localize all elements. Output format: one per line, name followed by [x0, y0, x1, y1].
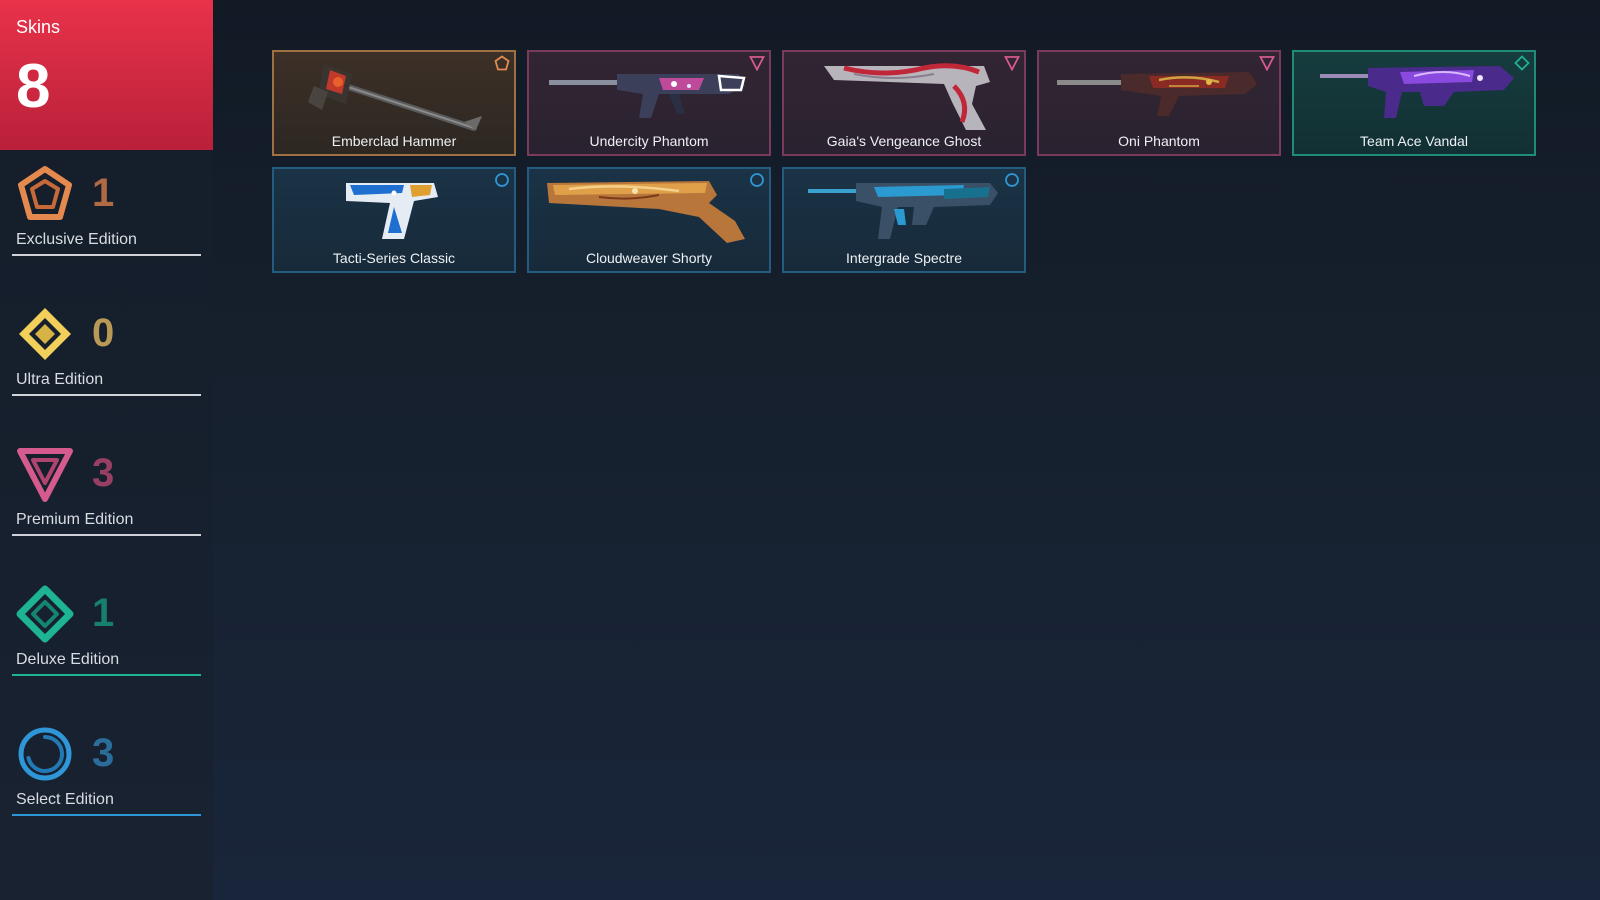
tier-divider — [12, 814, 201, 816]
tier-divider — [12, 674, 201, 676]
tier-divider — [12, 394, 201, 396]
skins-label: Skins — [16, 17, 61, 37]
ghost-skin-image — [824, 63, 990, 130]
skin-name: Tacti-Series Classic — [332, 250, 456, 266]
phantom-skin-image — [549, 74, 746, 118]
tier-filter-deluxe[interactable]: 1 Deluxe Edition — [0, 585, 213, 695]
skin-card-gaias-vengeance-ghost[interactable]: Gaia's Vengeance Ghost — [782, 50, 1026, 156]
skin-name: Emberclad Hammer — [331, 133, 457, 149]
tier-name: Premium Edition — [16, 511, 134, 528]
skin-name: Undercity Phantom — [589, 133, 709, 149]
spectre-skin-image — [808, 183, 998, 239]
tier-divider — [12, 254, 201, 256]
premium-edition-icon — [17, 448, 73, 502]
tier-divider — [12, 534, 201, 536]
select-edition-icon — [18, 727, 72, 781]
skin-card-cloudweaver-shorty[interactable]: Cloudweaver Shorty — [527, 167, 771, 273]
skin-name: Oni Phantom — [1118, 133, 1200, 149]
vandal-skin-image — [1320, 66, 1514, 118]
hammer-skin-image — [308, 64, 482, 131]
tier-count: 1 — [92, 591, 115, 635]
tier-name: Exclusive Edition — [16, 231, 137, 248]
tier-count: 3 — [92, 451, 115, 495]
tier-filter-exclusive[interactable]: 1 Exclusive Edition — [0, 165, 213, 275]
skin-card-intergrade-spectre[interactable]: Intergrade Spectre — [782, 167, 1026, 273]
shorty-skin-image — [547, 181, 745, 243]
tier-filter-premium[interactable]: 3 Premium Edition — [0, 445, 213, 555]
tier-name: Ultra Edition — [16, 371, 104, 388]
ultra-edition-icon — [19, 308, 71, 360]
skin-name: Gaia's Vengeance Ghost — [826, 133, 982, 149]
sidebar: Skins 8 1 Exclusive Edition 0 Ultra Edit… — [0, 0, 213, 900]
tier-filter-ultra[interactable]: 0 Ultra Edition — [0, 305, 213, 415]
skin-name: Intergrade Spectre — [846, 250, 962, 266]
collection-screen: Skins 8 1 Exclusive Edition 0 Ultra Edit… — [0, 0, 1600, 900]
oni-phantom-skin-image — [1057, 72, 1257, 116]
skin-name: Cloudweaver Shorty — [585, 250, 713, 266]
tier-count: 3 — [92, 731, 115, 775]
skin-card-oni-phantom[interactable]: Oni Phantom — [1037, 50, 1281, 156]
skins-summary[interactable]: Skins 8 — [0, 0, 213, 150]
tier-name: Deluxe Edition — [16, 651, 120, 668]
tier-filter-select[interactable]: 3 Select Edition — [0, 725, 213, 835]
tier-count: 0 — [92, 311, 115, 355]
skins-count: 8 — [16, 52, 51, 121]
skin-card-team-ace-vandal[interactable]: Team Ace Vandal — [1292, 50, 1536, 156]
exclusive-edition-icon — [18, 166, 72, 220]
skin-card-tacti-series-classic[interactable]: Tacti-Series Classic — [272, 167, 516, 273]
skin-card-undercity-phantom[interactable]: Undercity Phantom — [527, 50, 771, 156]
deluxe-edition-icon — [16, 585, 74, 643]
classic-skin-image — [346, 183, 438, 239]
skin-card-emberclad-hammer[interactable]: Emberclad Hammer — [272, 50, 516, 156]
tier-count: 1 — [92, 171, 115, 215]
skin-name: Team Ace Vandal — [1360, 133, 1468, 149]
tier-name: Select Edition — [16, 791, 114, 808]
